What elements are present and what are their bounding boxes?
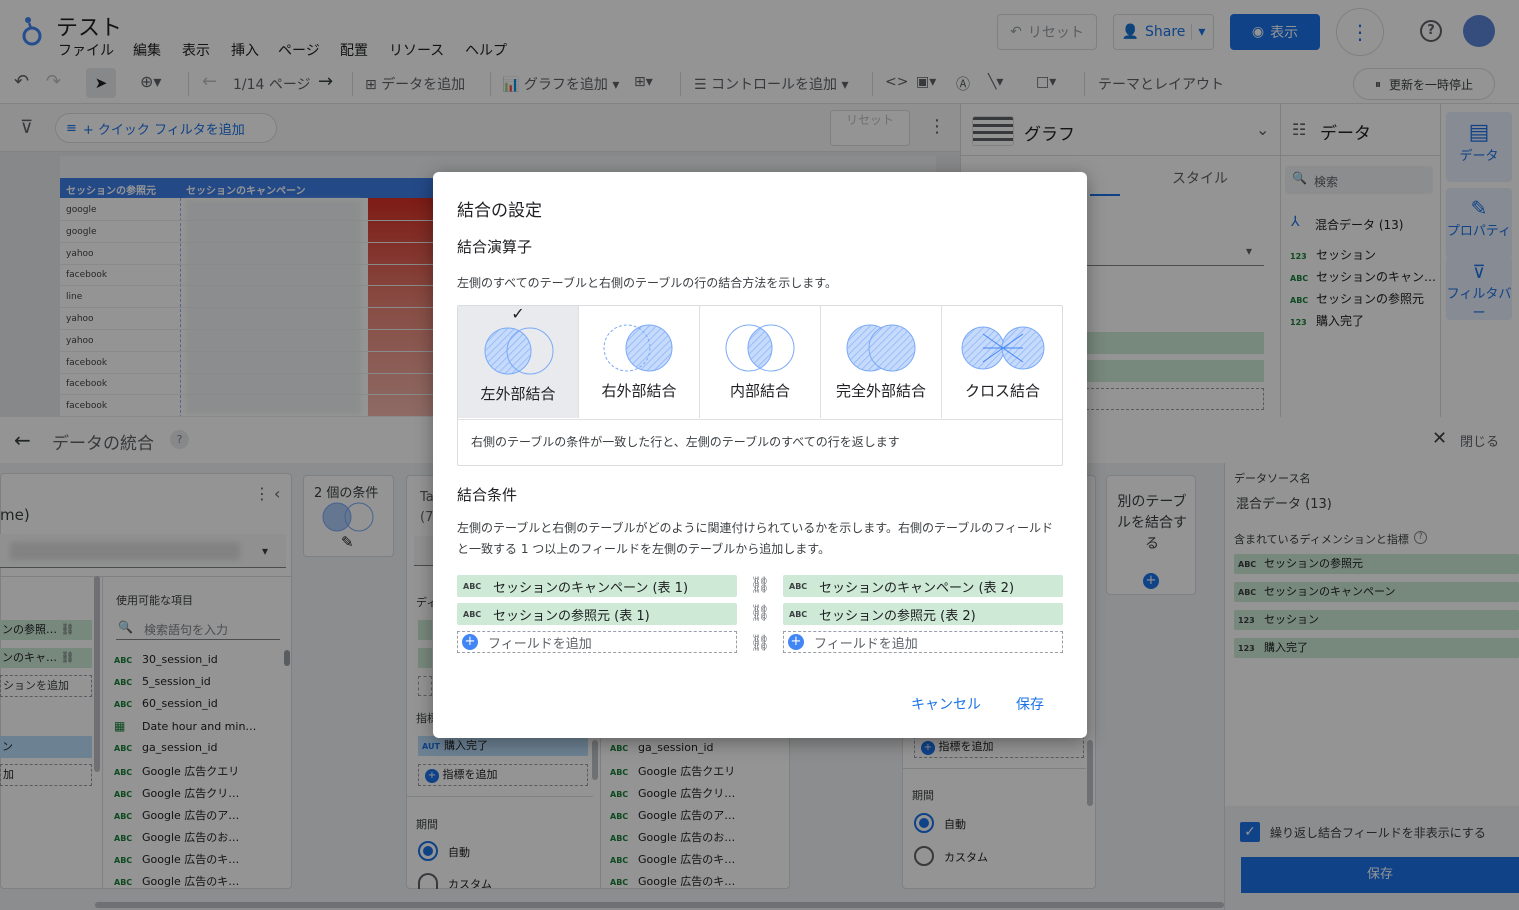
join-option-full-outer[interactable]: 完全外部結合 xyxy=(821,306,942,418)
left-add-field[interactable]: + フィールドを追加 xyxy=(457,631,737,653)
right-add-field[interactable]: + フィールドを追加 xyxy=(783,631,1063,653)
join-option-right-outer[interactable]: 右外部結合 xyxy=(579,306,700,418)
full-outer-join-icon xyxy=(846,324,916,372)
operator-heading: 結合演算子 xyxy=(457,238,533,256)
join-option-description: 右側のテーブルの条件が一致した行と、左側のテーブルのすべての行を返します xyxy=(471,435,900,449)
left-condition-field[interactable]: ABC セッションの参照元 (表 1) xyxy=(457,603,737,625)
link-icon: ⛓ xyxy=(750,575,771,594)
join-settings-dialog: 結合の設定 結合演算子 左側のすべてのテーブルと右側のテーブルの行の結合方法を示… xyxy=(433,172,1087,738)
join-option-left-outer[interactable]: ✓ 左外部結合 xyxy=(458,304,579,418)
right-condition-field[interactable]: ABC セッションの参照元 (表 2) xyxy=(783,603,1063,625)
join-option-inner[interactable]: 内部結合 xyxy=(700,306,821,418)
add-icon: + xyxy=(788,634,804,650)
cross-join-icon xyxy=(961,326,1044,370)
join-option-cross[interactable]: クロス結合 xyxy=(942,306,1063,418)
conditions-description: 左側のテーブルと右側のテーブルがどのように関連付けられているかを示します。右側の… xyxy=(457,521,1054,556)
left-condition-field[interactable]: ABC セッションのキャンペーン (表 1) xyxy=(457,575,737,597)
link-icon: ⛓ xyxy=(750,633,771,652)
inner-join-icon xyxy=(725,324,795,372)
right-outer-join-icon xyxy=(603,324,673,372)
add-icon: + xyxy=(462,634,478,650)
link-icon: ⛓ xyxy=(750,603,771,622)
conditions-heading: 結合条件 xyxy=(457,486,518,504)
right-condition-field[interactable]: ABC セッションのキャンペーン (表 2) xyxy=(783,575,1063,597)
operator-description: 左側のすべてのテーブルと右側のテーブルの行の結合方法を示します。 xyxy=(457,276,838,290)
left-outer-join-icon xyxy=(484,327,554,375)
check-icon: ✓ xyxy=(511,304,525,323)
save-button[interactable]: 保存 xyxy=(1016,694,1044,714)
cancel-button[interactable]: キャンセル xyxy=(911,694,981,714)
dialog-title: 結合の設定 xyxy=(457,201,542,221)
divider xyxy=(458,419,1062,420)
